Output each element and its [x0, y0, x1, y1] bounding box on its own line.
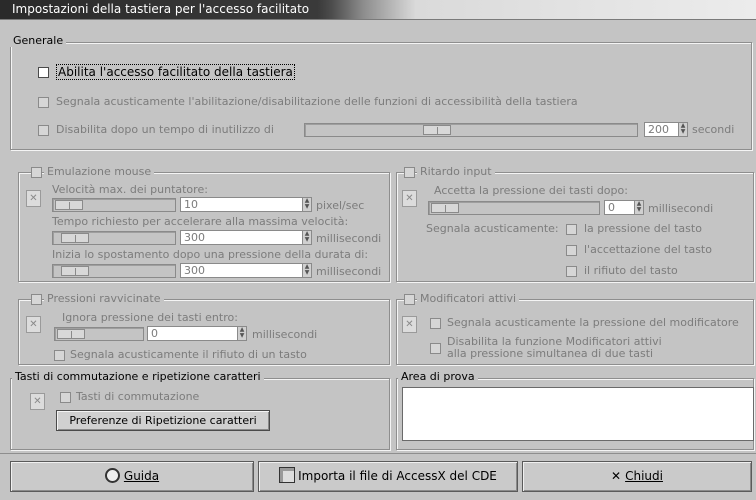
import-file-icon [279, 467, 296, 483]
generale-legend: Generale [10, 34, 67, 47]
bounce-keys-icon: ✕ [26, 316, 41, 333]
ignore-within-label: Ignora pressione dei tasti entro: [62, 311, 238, 324]
accel-time-unit: millisecondi [316, 232, 382, 245]
accel-time-label: Tempo richiesto per accelerare alla mass… [52, 215, 349, 228]
accept-after-value: 0 [608, 201, 615, 214]
sticky-keys-checkbox[interactable] [404, 294, 415, 305]
beep-reject-key-checkbox[interactable] [54, 350, 65, 361]
enable-keyboard-access-checkbox[interactable] [38, 67, 49, 78]
help-button[interactable]: Guida [10, 461, 254, 492]
idle-timeout-spin[interactable]: 200 ▲ ▼ [644, 122, 688, 137]
sticky-keys-icon: ✕ [402, 316, 417, 333]
accept-after-unit: millisecondi [648, 202, 714, 215]
beep-reject-key-label: Segnala acusticamente il rifiuto di un t… [70, 348, 307, 361]
mouse-emulation-icon: ✕ [26, 190, 41, 207]
max-speed-spin[interactable]: 10 ▲ ▼ [180, 197, 312, 212]
help-icon [104, 468, 120, 483]
idle-timeout-slider-handle[interactable] [423, 125, 451, 135]
beep-reject-label: il rifiuto del tasto [584, 264, 678, 277]
bounce-keys-legend: Pressioni ravvicinate [44, 292, 164, 305]
beep-accept-checkbox[interactable] [566, 245, 577, 256]
idle-timeout-slider[interactable] [304, 123, 638, 137]
accel-time-slider[interactable] [52, 231, 176, 245]
test-area-textarea[interactable] [402, 387, 754, 441]
window-title: Impostazioni della tastiera per l'access… [12, 2, 310, 16]
idle-timeout-unit: secondi [692, 123, 735, 136]
toggle-keys-icon: ✕ [30, 393, 45, 410]
max-speed-slider[interactable] [52, 198, 176, 212]
accept-after-slider-handle[interactable] [431, 203, 459, 213]
disable-after-idle-checkbox[interactable] [38, 125, 49, 136]
beep-press-label: la pressione del tasto [584, 222, 702, 235]
idle-timeout-value: 200 [648, 123, 669, 136]
accel-time-slider-handle[interactable] [61, 233, 89, 243]
toggle-keys-checkbox[interactable] [60, 392, 71, 403]
ignore-within-slider[interactable] [54, 327, 144, 341]
import-accessx-button[interactable]: Importa il file di AccessX del CDE [258, 461, 518, 492]
toggle-keys-legend: Tasti di commutazione e ripetizione cara… [12, 370, 264, 383]
accept-after-slider[interactable] [428, 201, 600, 215]
move-delay-label: Inizia lo spostamento dopo una pressione… [52, 248, 369, 261]
beep-modifier-label: Segnala acusticamente la pressione del m… [447, 316, 739, 329]
bounce-keys-checkbox[interactable] [31, 294, 42, 305]
move-delay-unit: millisecondi [316, 265, 382, 278]
disable-two-keys-label-2: alla pressione simultanea di due tasti [447, 347, 654, 360]
help-button-label: Guida [123, 469, 160, 483]
close-icon: ✕ [611, 469, 622, 483]
import-accessx-button-label: Importa il file di AccessX del CDE [298, 469, 497, 483]
separator [0, 453, 756, 454]
input-delay-checkbox[interactable] [404, 167, 415, 178]
mouse-emulation-checkbox[interactable] [31, 167, 42, 178]
test-area-legend: Area di prova [398, 370, 478, 383]
beep-on-toggle-checkbox[interactable] [38, 97, 49, 108]
repeat-preferences-button[interactable]: Preferenze di Ripetizione caratteri [56, 410, 270, 431]
ignore-within-unit: millisecondi [252, 328, 318, 341]
title-bar[interactable]: Impostazioni della tastiera per l'access… [0, 0, 756, 20]
close-button-label: Chiudi [625, 469, 663, 483]
move-delay-slider-handle[interactable] [61, 266, 89, 276]
beep-accept-label: l'accettazione del tasto [584, 243, 712, 256]
beep-reject-checkbox[interactable] [566, 266, 577, 277]
accel-time-value: 300 [184, 231, 205, 244]
spin-arrows-icon[interactable]: ▲ ▼ [678, 123, 687, 136]
move-delay-spin[interactable]: 300 ▲ ▼ [180, 263, 312, 278]
move-delay-slider[interactable] [52, 264, 176, 278]
ignore-within-slider-handle[interactable] [57, 329, 85, 339]
input-delay-icon: ✕ [402, 190, 417, 207]
sticky-keys-legend: Modificatori attivi [417, 292, 520, 305]
spin-arrows-icon[interactable]: ▲ ▼ [302, 198, 311, 211]
beep-modifier-checkbox[interactable] [430, 318, 441, 329]
accel-time-spin[interactable]: 300 ▲ ▼ [180, 230, 312, 245]
disable-after-idle-label: Disabilita dopo un tempo di inutilizzo d… [56, 123, 274, 136]
accept-after-label: Accetta la pressione dei tasti dopo: [434, 184, 628, 197]
max-speed-unit: pixel/sec [316, 199, 365, 212]
spin-arrows-icon[interactable]: ▲ ▼ [237, 327, 246, 340]
accept-after-spin[interactable]: 0 ▲ ▼ [604, 200, 644, 215]
ignore-within-value: 0 [151, 327, 158, 340]
spin-arrows-icon[interactable]: ▲ ▼ [302, 231, 311, 244]
beep-press-checkbox[interactable] [566, 224, 577, 235]
max-speed-value: 10 [184, 198, 198, 211]
mouse-emulation-legend: Emulazione mouse [44, 165, 155, 178]
toggle-keys-label: Tasti di commutazione [76, 390, 200, 403]
ignore-within-spin[interactable]: 0 ▲ ▼ [147, 326, 247, 341]
close-button[interactable]: ✕ Chiudi [522, 461, 752, 492]
max-speed-label: Velocità max. dei puntatore: [52, 183, 208, 196]
disable-two-keys-checkbox[interactable] [430, 343, 441, 354]
input-delay-beep-label: Segnala acusticamente: [426, 222, 559, 235]
move-delay-value: 300 [184, 264, 205, 277]
max-speed-slider-handle[interactable] [55, 200, 83, 210]
input-delay-legend: Ritardo input [417, 165, 495, 178]
spin-arrows-icon[interactable]: ▲ ▼ [634, 201, 643, 214]
beep-on-toggle-label: Segnala acusticamente l'abilitazione/dis… [56, 95, 578, 108]
enable-keyboard-access-label[interactable]: Abilita l'accesso facilitato della tasti… [56, 64, 295, 80]
spin-arrows-icon[interactable]: ▲ ▼ [302, 264, 311, 277]
